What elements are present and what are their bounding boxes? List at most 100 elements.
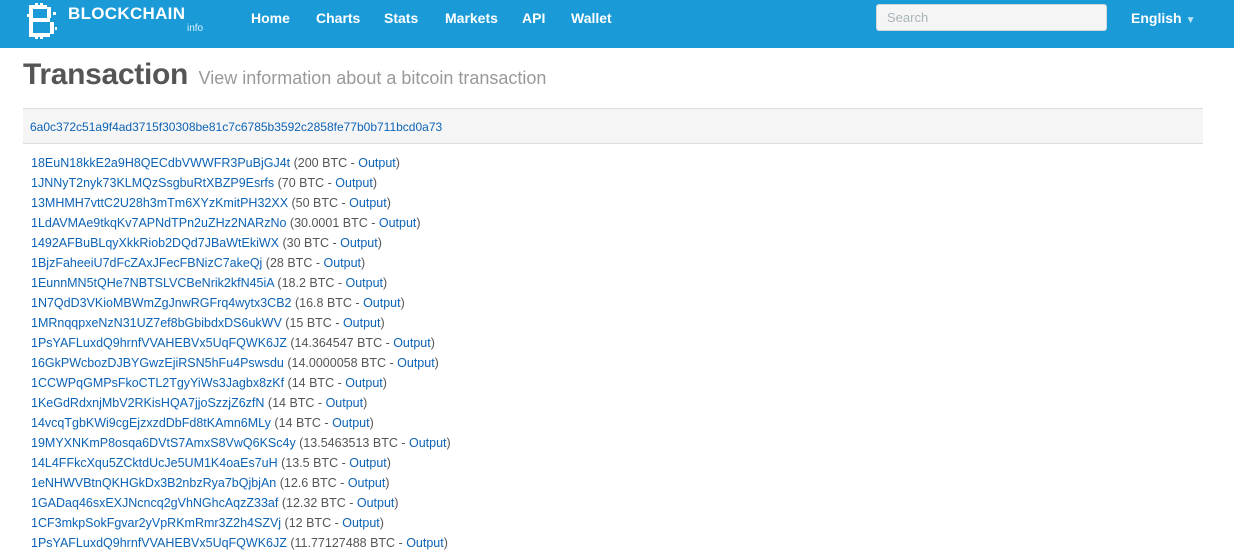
output-type-link[interactable]: Output [409,436,447,450]
output-amount: 14 BTC [278,416,321,430]
output-row: 1CF3mkpSokFgvar2yVpRKmRmr3Z2h4SZVj (12 B… [31,516,384,530]
output-row: 1LdAVMAe9tkqKv7APNdTPn2uZHz2NARzNo (30.0… [31,216,421,230]
output-address-link[interactable]: 1BjzFaheeiU7dFcZAxJFecFBNizC7akeQj [31,256,262,270]
output-type-link[interactable]: Output [348,476,386,490]
navbar: BLOCKCHAIN info Home Charts Stats Market… [0,0,1234,48]
output-type-link[interactable]: Output [326,396,364,410]
output-row: 1eNHWVBtnQKHGkDx3B2nbzRya7bQjbjAn (12.6 … [31,476,390,490]
output-amount: 12 BTC [288,516,332,530]
output-row: 1GADaq46sxEXJNcncq2gVhNGhcAqzZ33af (12.3… [31,496,399,510]
output-row: 1PsYAFLuxdQ9hrnfVVAHEBVx5UqFQWK6JZ (11.7… [31,536,448,550]
output-address-link[interactable]: 1MRnqqpxeNzN31UZ7ef8bGbibdxDS6ukWV [31,316,282,330]
output-type-link[interactable]: Output [335,176,373,190]
brand-sub: info [187,23,204,34]
output-type-link[interactable]: Output [397,356,435,370]
output-row: 1492AFBuBLqyXkkRiob2DQd7JBaWtEkiWX (30 B… [31,236,382,250]
output-address-link[interactable]: 1KeGdRdxnjMbV2RKisHQA7jjoSzzjZ6zfN [31,396,264,410]
output-address-link[interactable]: 1CF3mkpSokFgvar2yVpRKmRmr3Z2h4SZVj [31,516,281,530]
output-type-link[interactable]: Output [323,256,361,270]
output-type-link[interactable]: Output [340,236,378,250]
language-dropdown[interactable]: English ▼ [1131,10,1195,26]
output-amount: 70 BTC [281,176,325,190]
output-type-link[interactable]: Output [349,456,387,470]
output-type-link[interactable]: Output [343,316,381,330]
output-amount: 18.2 BTC [281,276,335,290]
output-amount: 13.5 BTC [285,456,339,470]
output-list: 18EuN18kkE2a9H8QECdbVWWFR3PuBjGJ4t (200 … [31,153,1201,553]
output-address-link[interactable]: 19MYXNKmP8osqa6DVtS7AmxS8VwQ6KSc4y [31,436,296,450]
chevron-down-icon: ▼ [1185,15,1196,26]
output-amount: 15 BTC [289,316,332,330]
output-row: 16GkPWcbozDJBYGwzEjiRSN5hFu4Pswsdu (14.0… [31,356,439,370]
nav-charts[interactable]: Charts [316,10,360,26]
output-amount: 28 BTC [269,256,313,270]
output-address-link[interactable]: 1JNNyT2nyk73KLMQzSsgbuRtXBZP9Esrfs [31,176,274,190]
output-type-link[interactable]: Output [379,216,417,230]
output-address-link[interactable]: 13MHMH7vttC2U28h3mTm6XYzKmitPH32XX [31,196,288,210]
brand-name: BLOCKCHAIN [68,4,186,23]
nav-api[interactable]: API [522,10,545,26]
transaction-hash-link[interactable]: 6a0c372c51a9f4ad3715f30308be81c7c6785b35… [30,120,442,134]
output-row: 13MHMH7vttC2U28h3mTm6XYzKmitPH32XX (50 B… [31,196,391,210]
output-row: 19MYXNKmP8osqa6DVtS7AmxS8VwQ6KSc4y (13.5… [31,436,451,450]
output-amount: 14 BTC [291,376,335,390]
nav-markets[interactable]: Markets [445,10,498,26]
output-type-link[interactable]: Output [346,276,384,290]
page-title: Transaction [23,58,189,91]
output-amount: 12.32 BTC [286,496,346,510]
output-amount: 30 BTC [286,236,330,250]
output-address-link[interactable]: 1GADaq46sxEXJNcncq2gVhNGhcAqzZ33af [31,496,278,510]
nav-stats[interactable]: Stats [384,10,418,26]
search-input[interactable] [876,4,1107,31]
output-type-link[interactable]: Output [393,336,431,350]
output-amount: 200 BTC [297,156,348,170]
output-address-link[interactable]: 1492AFBuBLqyXkkRiob2DQd7JBaWtEkiWX [31,236,279,250]
output-row: 1EunnMN5tQHe7NBTSLVCBeNrik2kfN45iA (18.2… [31,276,388,290]
output-amount: 12.6 BTC [283,476,337,490]
output-type-link[interactable]: Output [342,516,380,530]
output-type-link[interactable]: Output [332,416,370,430]
output-address-link[interactable]: 1eNHWVBtnQKHGkDx3B2nbzRya7bQjbjAn [31,476,276,490]
page-header: Transaction View information about a bit… [23,58,1203,92]
output-amount: 16.8 BTC [299,296,352,310]
output-address-link[interactable]: 1PsYAFLuxdQ9hrnfVVAHEBVx5UqFQWK6JZ [31,336,287,350]
output-address-link[interactable]: 1PsYAFLuxdQ9hrnfVVAHEBVx5UqFQWK6JZ [31,536,287,550]
output-address-link[interactable]: 14vcqTgbKWi9cgEjzxzdDbFd8tKAmn6MLy [31,416,271,430]
output-type-link[interactable]: Output [345,376,383,390]
output-amount: 14.0000058 BTC [291,356,387,370]
output-row: 14vcqTgbKWi9cgEjzxzdDbFd8tKAmn6MLy (14 B… [31,416,374,430]
output-row: 14L4FFkcXqu5ZCktdUcJe5UM1K4oaEs7uH (13.5… [31,456,391,470]
blockchain-logo-icon [26,2,58,40]
output-amount: 30.0001 BTC [294,216,368,230]
nav-wallet[interactable]: Wallet [571,10,612,26]
page-subtitle: View information about a bitcoin transac… [198,68,547,88]
output-row: 1PsYAFLuxdQ9hrnfVVAHEBVx5UqFQWK6JZ (14.3… [31,336,435,350]
output-address-link[interactable]: 1EunnMN5tQHe7NBTSLVCBeNrik2kfN45iA [31,276,274,290]
output-row: 1N7QdD3VKioMBWmZgJnwRGFrq4wytx3CB2 (16.8… [31,296,405,310]
output-type-link[interactable]: Output [363,296,401,310]
output-address-link[interactable]: 1N7QdD3VKioMBWmZgJnwRGFrq4wytx3CB2 [31,296,292,310]
output-type-link[interactable]: Output [357,496,395,510]
output-row: 1KeGdRdxnjMbV2RKisHQA7jjoSzzjZ6zfN (14 B… [31,396,368,410]
output-row: 1JNNyT2nyk73KLMQzSsgbuRtXBZP9Esrfs (70 B… [31,176,377,190]
output-address-link[interactable]: 1LdAVMAe9tkqKv7APNdTPn2uZHz2NARzNo [31,216,286,230]
output-address-link[interactable]: 14L4FFkcXqu5ZCktdUcJe5UM1K4oaEs7uH [31,456,278,470]
output-amount: 14 BTC [272,396,315,410]
nav-home[interactable]: Home [251,10,290,26]
output-amount: 11.77127488 BTC [294,536,396,550]
language-label: English [1131,10,1182,26]
transaction-hash-bar: 6a0c372c51a9f4ad3715f30308be81c7c6785b35… [23,108,1203,144]
output-amount: 13.5463513 BTC [303,436,398,450]
blockchain-logo[interactable]: BLOCKCHAIN info [22,0,222,48]
output-amount: 14.364547 BTC [294,336,383,350]
output-address-link[interactable]: 16GkPWcbozDJBYGwzEjiRSN5hFu4Pswsdu [31,356,284,370]
output-address-link[interactable]: 1CCWPqGMPsFkoCTL2TgyYiWs3Jagbx8zKf [31,376,284,390]
output-type-link[interactable]: Output [406,536,444,550]
output-amount: 50 BTC [295,196,339,210]
output-type-link[interactable]: Output [358,156,396,170]
output-row: 1MRnqqpxeNzN31UZ7ef8bGbibdxDS6ukWV (15 B… [31,316,385,330]
output-type-link[interactable]: Output [349,196,387,210]
output-row: 1BjzFaheeiU7dFcZAxJFecFBNizC7akeQj (28 B… [31,256,366,270]
output-row: 1CCWPqGMPsFkoCTL2TgyYiWs3Jagbx8zKf (14 B… [31,376,387,390]
output-address-link[interactable]: 18EuN18kkE2a9H8QECdbVWWFR3PuBjGJ4t [31,156,290,170]
